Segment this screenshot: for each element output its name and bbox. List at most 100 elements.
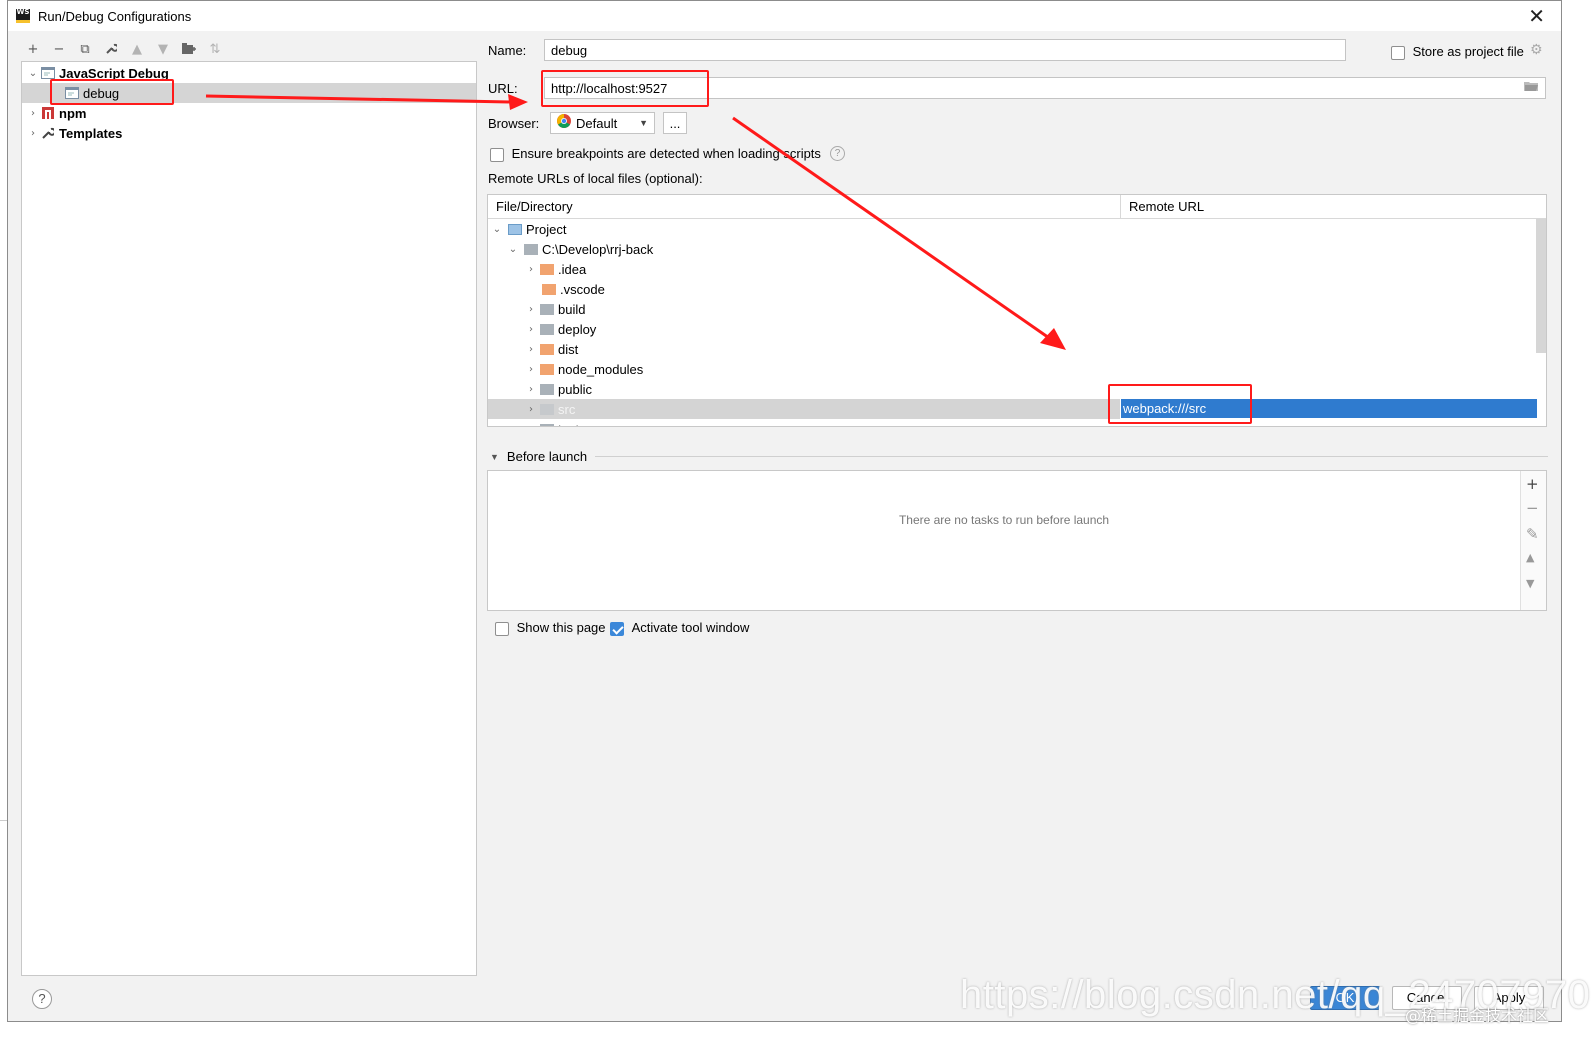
divider <box>595 456 1548 457</box>
tree-item-javascript-debug[interactable]: ⌄ JavaScript Debug <box>22 63 476 83</box>
row-label: .idea <box>558 261 587 277</box>
name-label: Name: <box>488 43 527 58</box>
column-header-file-directory[interactable]: File/Directory <box>496 199 573 214</box>
folder-icon <box>540 303 554 315</box>
collapse-triangle-icon[interactable]: ▼ <box>490 452 499 462</box>
vertical-scrollbar[interactable] <box>1536 219 1546 353</box>
add-icon[interactable]: + <box>22 39 44 59</box>
sort-icon[interactable]: ⇅ <box>204 39 226 59</box>
before-launch-header[interactable]: ▼ Before launch <box>490 449 1548 464</box>
chevron-down-icon[interactable]: ⌄ <box>26 68 40 79</box>
add-task-icon[interactable]: + <box>1526 475 1539 493</box>
name-field[interactable]: debug <box>544 39 1346 61</box>
table-row[interactable]: .vscode <box>488 279 1546 299</box>
project-icon <box>508 223 522 235</box>
help-button[interactable]: ? <box>32 989 52 1009</box>
tree-item-templates[interactable]: › Templates <box>22 123 476 143</box>
wrench-icon[interactable] <box>100 39 122 59</box>
chevron-right-icon[interactable]: › <box>26 108 40 119</box>
edit-task-icon[interactable]: ✎ <box>1526 525 1539 543</box>
empty-tasks-text: There are no tasks to run before launch <box>898 513 1110 527</box>
browser-select-value: Default <box>576 115 618 131</box>
table-row[interactable]: ⌄ C:\Develop\rrj-back <box>488 239 1546 259</box>
column-divider[interactable] <box>1120 195 1121 219</box>
configuration-tree: ⌄ JavaScript Debug debug › npm › Templat… <box>21 61 477 976</box>
chevron-right-icon[interactable]: › <box>26 128 40 139</box>
config-toolbar: + − ⧉ ▲ ▼ ⇅ <box>22 39 226 59</box>
chevron-right-icon[interactable]: › <box>524 304 538 315</box>
browser-select[interactable]: Default ▼ <box>550 112 655 134</box>
remote-urls-label: Remote URLs of local files (optional): <box>488 171 703 186</box>
row-label: deploy <box>558 321 597 337</box>
chevron-down-icon[interactable]: ⌄ <box>490 224 504 235</box>
ensure-breakpoints-label: Ensure breakpoints are detected when loa… <box>511 146 821 161</box>
row-label: Project <box>526 221 567 237</box>
table-row[interactable]: ⌄ Project <box>488 219 1546 239</box>
table-row[interactable]: › .idea <box>488 259 1546 279</box>
move-up-task-icon[interactable]: ▲ <box>1526 551 1534 564</box>
npm-icon <box>40 106 56 120</box>
chevron-right-icon[interactable]: › <box>524 384 538 395</box>
mapping-table: File/Directory Remote URL ⌄ Project ⌄ C:… <box>487 194 1547 427</box>
folder-icon <box>542 283 556 295</box>
tree-item-label: npm <box>59 105 87 121</box>
help-icon[interactable]: ? <box>830 146 845 161</box>
before-launch-actions: + − ✎ ▲ ▼ <box>1520 471 1546 610</box>
activate-tool-window-checkbox[interactable] <box>610 621 624 636</box>
store-project-file-option[interactable]: Store as project file <box>1391 44 1524 60</box>
table-header: File/Directory Remote URL <box>488 195 1546 219</box>
folder-add-icon[interactable] <box>178 39 200 59</box>
folder-icon <box>540 383 554 395</box>
chevron-right-icon[interactable]: › <box>524 364 538 375</box>
show-this-page-label: Show this page <box>516 620 606 635</box>
chevron-right-icon[interactable]: › <box>524 264 538 275</box>
browse-folder-icon[interactable] <box>1524 80 1539 95</box>
table-row-selected[interactable]: › src <box>488 399 1120 419</box>
table-row[interactable]: › node_modules <box>488 359 1546 379</box>
show-this-page-option[interactable]: Show this page <box>495 620 606 636</box>
table-row[interactable]: › public <box>488 379 1546 399</box>
table-row[interactable]: › tests <box>488 419 1546 427</box>
folder-icon <box>540 343 554 355</box>
row-label: node_modules <box>558 361 644 377</box>
table-row[interactable]: › dist <box>488 339 1546 359</box>
show-this-page-checkbox[interactable] <box>495 621 509 636</box>
tree-item-label: JavaScript Debug <box>59 65 169 81</box>
remove-icon[interactable]: − <box>48 39 70 59</box>
ensure-breakpoints-option[interactable]: Ensure breakpoints are detected when loa… <box>490 146 821 162</box>
move-down-task-icon[interactable]: ▼ <box>1526 577 1534 590</box>
before-launch-title: Before launch <box>506 449 588 464</box>
folder-icon <box>540 263 554 275</box>
tree-item-label: Templates <box>59 125 123 141</box>
store-project-file-checkbox[interactable] <box>1391 45 1405 60</box>
chrome-icon <box>557 114 571 132</box>
move-down-icon[interactable]: ▼ <box>152 39 174 59</box>
activate-tool-window-option[interactable]: Activate tool window <box>610 620 749 636</box>
watermark-secondary: @稀土掘金技术社区 <box>1405 1006 1550 1025</box>
chevron-right-icon[interactable]: › <box>524 324 538 335</box>
gear-icon[interactable]: ⚙ <box>1530 42 1543 58</box>
chevron-right-icon[interactable]: › <box>524 404 538 415</box>
tree-item-debug[interactable]: debug <box>22 83 476 103</box>
store-project-file-label: Store as project file <box>1412 44 1524 59</box>
before-launch-task-list: There are no tasks to run before launch … <box>487 470 1547 611</box>
folder-icon <box>540 323 554 335</box>
row-label: build <box>558 301 586 317</box>
dropdown-arrow-icon: ▼ <box>639 117 648 128</box>
remote-url-cell-editor[interactable]: webpack:///src <box>1121 399 1537 418</box>
chevron-down-icon[interactable]: ⌄ <box>506 244 520 255</box>
url-field[interactable]: http://localhost:9527 <box>544 77 1546 99</box>
remove-task-icon[interactable]: − <box>1526 499 1539 517</box>
ensure-breakpoints-checkbox[interactable] <box>490 147 504 162</box>
table-row[interactable]: › build <box>488 299 1546 319</box>
tree-item-npm[interactable]: › npm <box>22 103 476 123</box>
browser-more-button[interactable]: ... <box>663 112 687 134</box>
move-up-icon[interactable]: ▲ <box>126 39 148 59</box>
chevron-right-icon[interactable]: › <box>524 424 538 427</box>
copy-icon[interactable]: ⧉ <box>74 39 96 59</box>
table-row[interactable]: › deploy <box>488 319 1546 339</box>
column-header-remote-url[interactable]: Remote URL <box>1129 199 1204 214</box>
tree-item-label: debug <box>83 85 120 101</box>
chevron-right-icon[interactable]: › <box>524 344 538 355</box>
close-icon[interactable]: ✕ <box>1528 5 1545 27</box>
